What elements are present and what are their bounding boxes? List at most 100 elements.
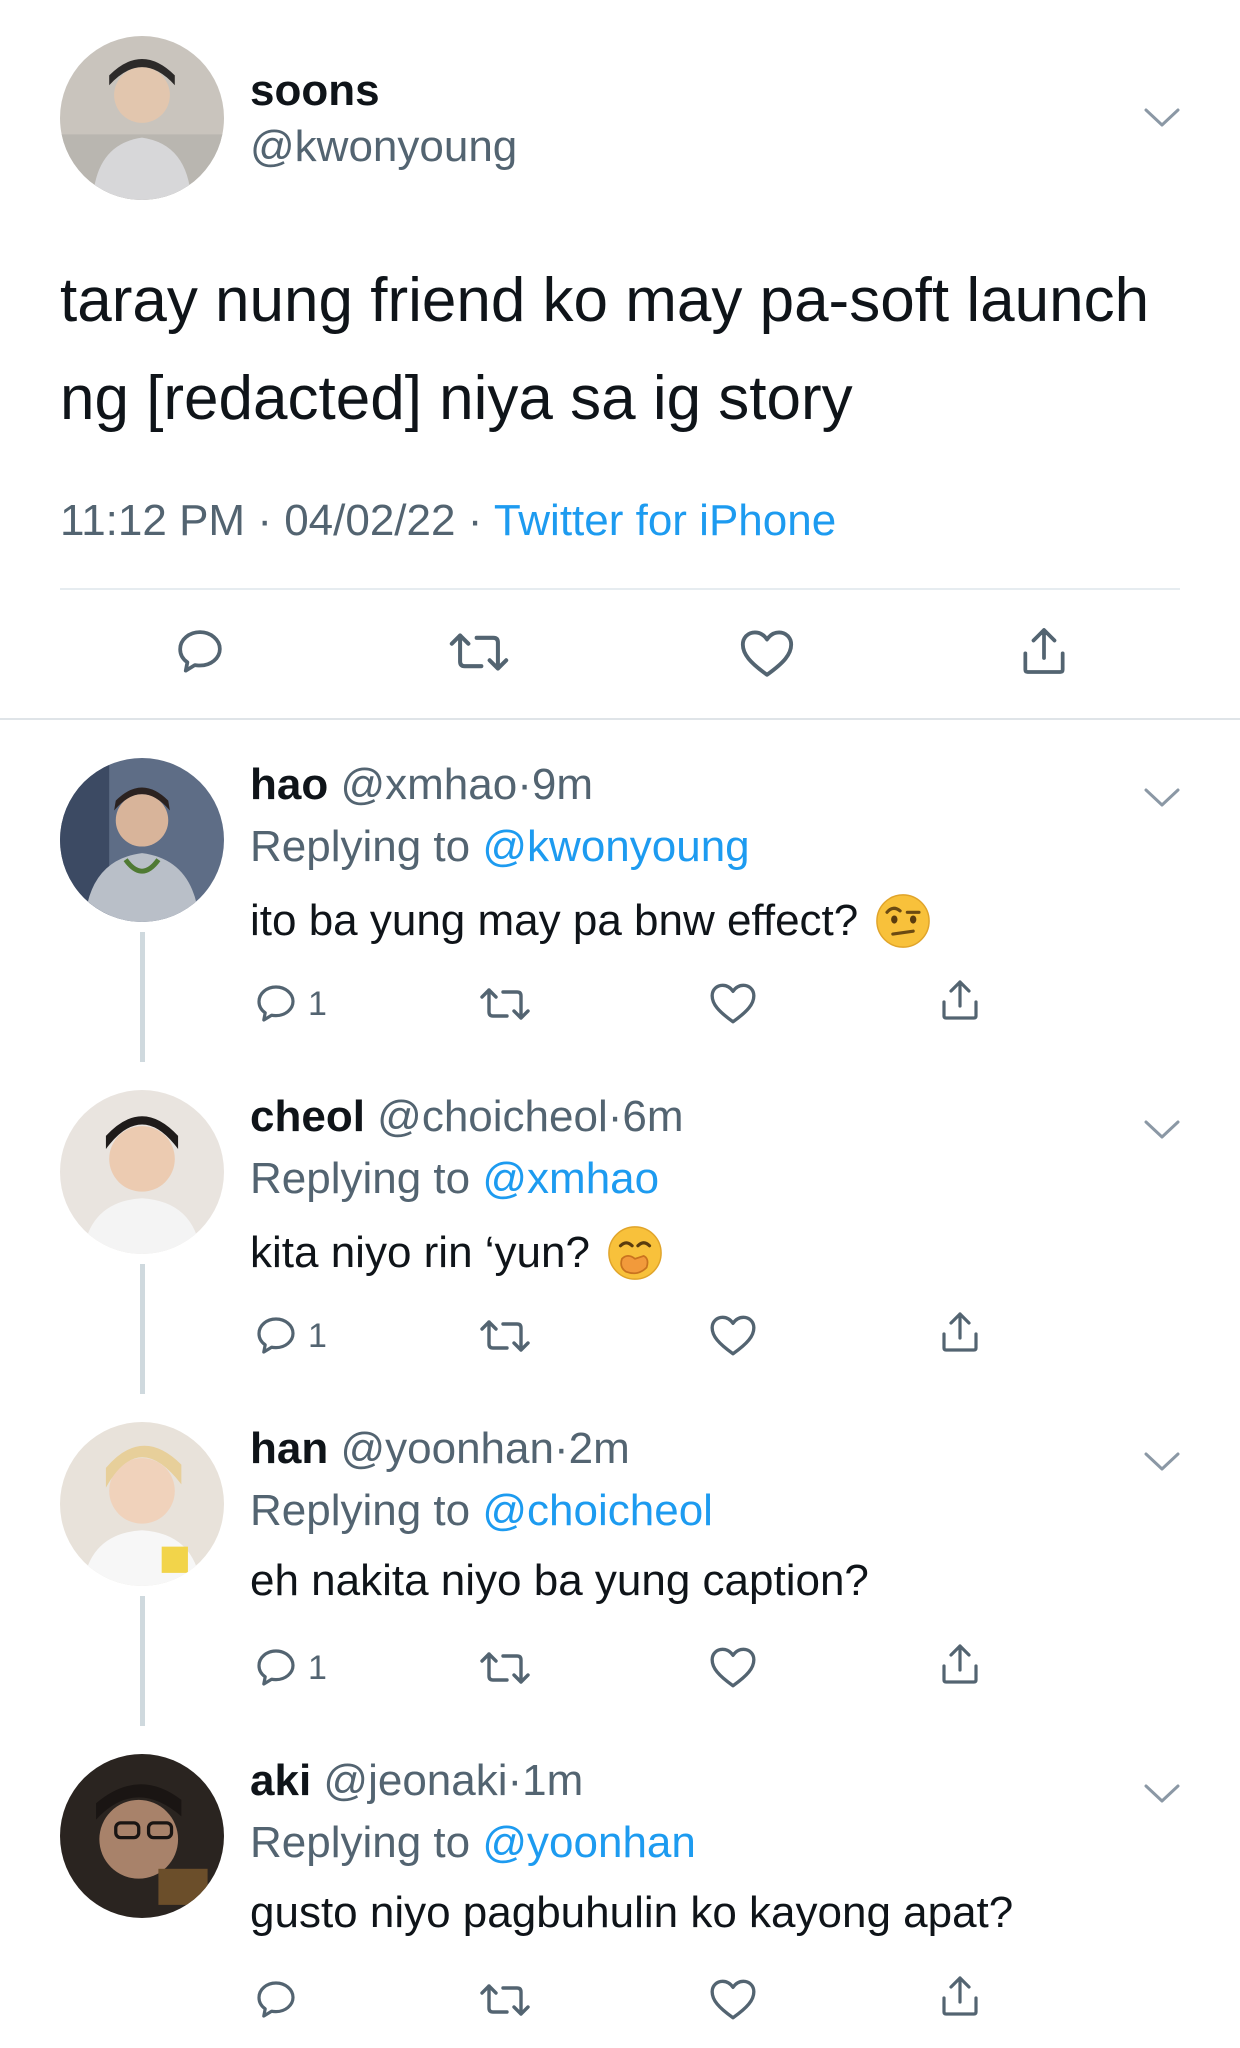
retweet-icon: [480, 988, 530, 1020]
author-handle[interactable]: @yoonhan: [340, 1424, 554, 1473]
reply-time: 6m: [622, 1092, 684, 1141]
separator: ·: [607, 1092, 623, 1141]
reply-count: 1: [308, 1648, 327, 1687]
avatar[interactable]: [60, 758, 224, 922]
reply-text-row: ito ba yung may pa bnw effect?: [250, 892, 932, 950]
reply-text: ito ba yung may pa bnw effect?: [250, 896, 859, 945]
chevron-down-icon[interactable]: [1142, 1116, 1182, 1144]
reply-tweet[interactable]: han @yoonhan·2m Replying to @choicheol e…: [0, 1400, 1240, 1732]
replying-to: Replying to @yoonhan: [250, 1818, 696, 1868]
mention-link[interactable]: @xmhao: [482, 1154, 659, 1203]
replying-to-label: Replying to: [250, 822, 471, 871]
share-icon: [1023, 628, 1065, 674]
avatar[interactable]: [60, 1422, 224, 1586]
separator: ·: [517, 760, 532, 809]
author-name[interactable]: han: [250, 1424, 328, 1473]
chevron-down-icon[interactable]: [1142, 784, 1182, 812]
retweet-icon: [449, 633, 509, 671]
heart-icon: [740, 630, 794, 677]
author-name[interactable]: hao: [250, 760, 328, 809]
share-icon: [942, 1976, 978, 2016]
mention-link[interactable]: @choicheol: [482, 1486, 713, 1535]
profile-photo: [60, 1090, 224, 1254]
like-button[interactable]: [738, 626, 796, 680]
retweet-button[interactable]: [448, 626, 510, 678]
chevron-down-icon[interactable]: [1142, 1448, 1182, 1476]
avatar[interactable]: [60, 1090, 224, 1254]
comment-icon: [257, 1981, 295, 2018]
reply-count: 1: [308, 1316, 327, 1355]
reply-button[interactable]: 1: [252, 1644, 327, 1692]
reply-button[interactable]: 1: [252, 1312, 327, 1360]
author-handle[interactable]: @choicheol: [377, 1092, 608, 1141]
reply-text-row: gusto niyo pagbuhulin ko kayong apat?: [250, 1888, 1013, 1938]
heart-icon: [710, 1315, 756, 1356]
separator: ·: [257, 496, 272, 545]
retweet-button[interactable]: [478, 1646, 532, 1690]
chevron-down-icon[interactable]: [1142, 1780, 1182, 1808]
tweet-source-link[interactable]: Twitter for iPhone: [494, 496, 836, 545]
chevron-down-icon[interactable]: [1142, 104, 1182, 132]
reply-text-row: kita niyo rin ‘yun?: [250, 1224, 664, 1282]
separator: ·: [507, 1756, 523, 1805]
reply-time: 9m: [531, 760, 593, 809]
reply-header: hao @xmhao·9m: [250, 760, 593, 810]
tweet-text: taray nung friend ko may pa-soft launch …: [60, 266, 1150, 433]
divider: [60, 588, 1180, 590]
retweet-icon: [480, 1652, 530, 1684]
avatar[interactable]: [60, 1754, 224, 1918]
reply-header: cheol @choicheol·6m: [250, 1092, 684, 1142]
share-button[interactable]: [936, 974, 984, 1026]
retweet-button[interactable]: [478, 1314, 532, 1358]
avatar[interactable]: [60, 36, 224, 200]
reply-tweet[interactable]: cheol @choicheol·6m Replying to @xmhao k…: [0, 1068, 1240, 1400]
tweet-date: 04/02/22: [284, 496, 456, 545]
like-button[interactable]: [708, 1976, 758, 2022]
main-tweet: soons @kwonyoung taray nung friend ko ma…: [0, 0, 1240, 720]
reply-count: 1: [308, 984, 327, 1023]
share-icon: [942, 1312, 978, 1352]
retweet-button[interactable]: [478, 1978, 532, 2022]
retweet-button[interactable]: [478, 982, 532, 1026]
replying-to-label: Replying to: [250, 1154, 471, 1203]
reply-header: han @yoonhan·2m: [250, 1424, 630, 1474]
comment-icon: [257, 1649, 295, 1686]
comment-icon: [257, 1317, 295, 1354]
reply-text: kita niyo rin ‘yun?: [250, 1228, 590, 1277]
tweet-time: 11:12 PM: [60, 496, 246, 545]
share-button[interactable]: [1016, 622, 1072, 680]
like-button[interactable]: [708, 1644, 758, 1690]
thread-line: [140, 1596, 145, 1726]
mention-link[interactable]: @kwonyoung: [482, 822, 749, 871]
author-handle[interactable]: @kwonyoung: [250, 122, 517, 172]
reply-button[interactable]: [172, 624, 228, 680]
reply-button[interactable]: [252, 1976, 308, 2024]
author-name[interactable]: cheol: [250, 1092, 365, 1141]
reply-tweet[interactable]: aki @jeonaki·1m Replying to @yoonhan gus…: [0, 1732, 1240, 2048]
profile-photo: [60, 1422, 224, 1586]
author-handle[interactable]: @xmhao: [340, 760, 517, 809]
reply-time: 1m: [522, 1756, 584, 1805]
reply-tweet[interactable]: hao @xmhao·9m Replying to @kwonyoung ito…: [0, 736, 1240, 1068]
like-button[interactable]: [708, 1312, 758, 1358]
profile-photo: [60, 1754, 224, 1918]
thread-line: [140, 932, 145, 1062]
heart-icon: [710, 983, 756, 1024]
share-icon: [942, 980, 978, 1020]
author-name[interactable]: aki: [250, 1756, 311, 1805]
replying-to: Replying to @xmhao: [250, 1154, 659, 1204]
share-button[interactable]: [936, 1638, 984, 1690]
replying-to: Replying to @kwonyoung: [250, 822, 750, 872]
reply-button[interactable]: 1: [252, 980, 327, 1028]
author-name[interactable]: soons: [250, 66, 380, 116]
heart-icon: [710, 1647, 756, 1688]
thread-line: [140, 1264, 145, 1394]
reply-time: 2m: [568, 1424, 630, 1473]
like-button[interactable]: [708, 980, 758, 1026]
share-button[interactable]: [936, 1970, 984, 2022]
author-handle[interactable]: @jeonaki: [323, 1756, 507, 1805]
profile-photo: [60, 36, 224, 200]
separator: ·: [553, 1424, 569, 1473]
mention-link[interactable]: @yoonhan: [482, 1818, 696, 1867]
share-button[interactable]: [936, 1306, 984, 1358]
